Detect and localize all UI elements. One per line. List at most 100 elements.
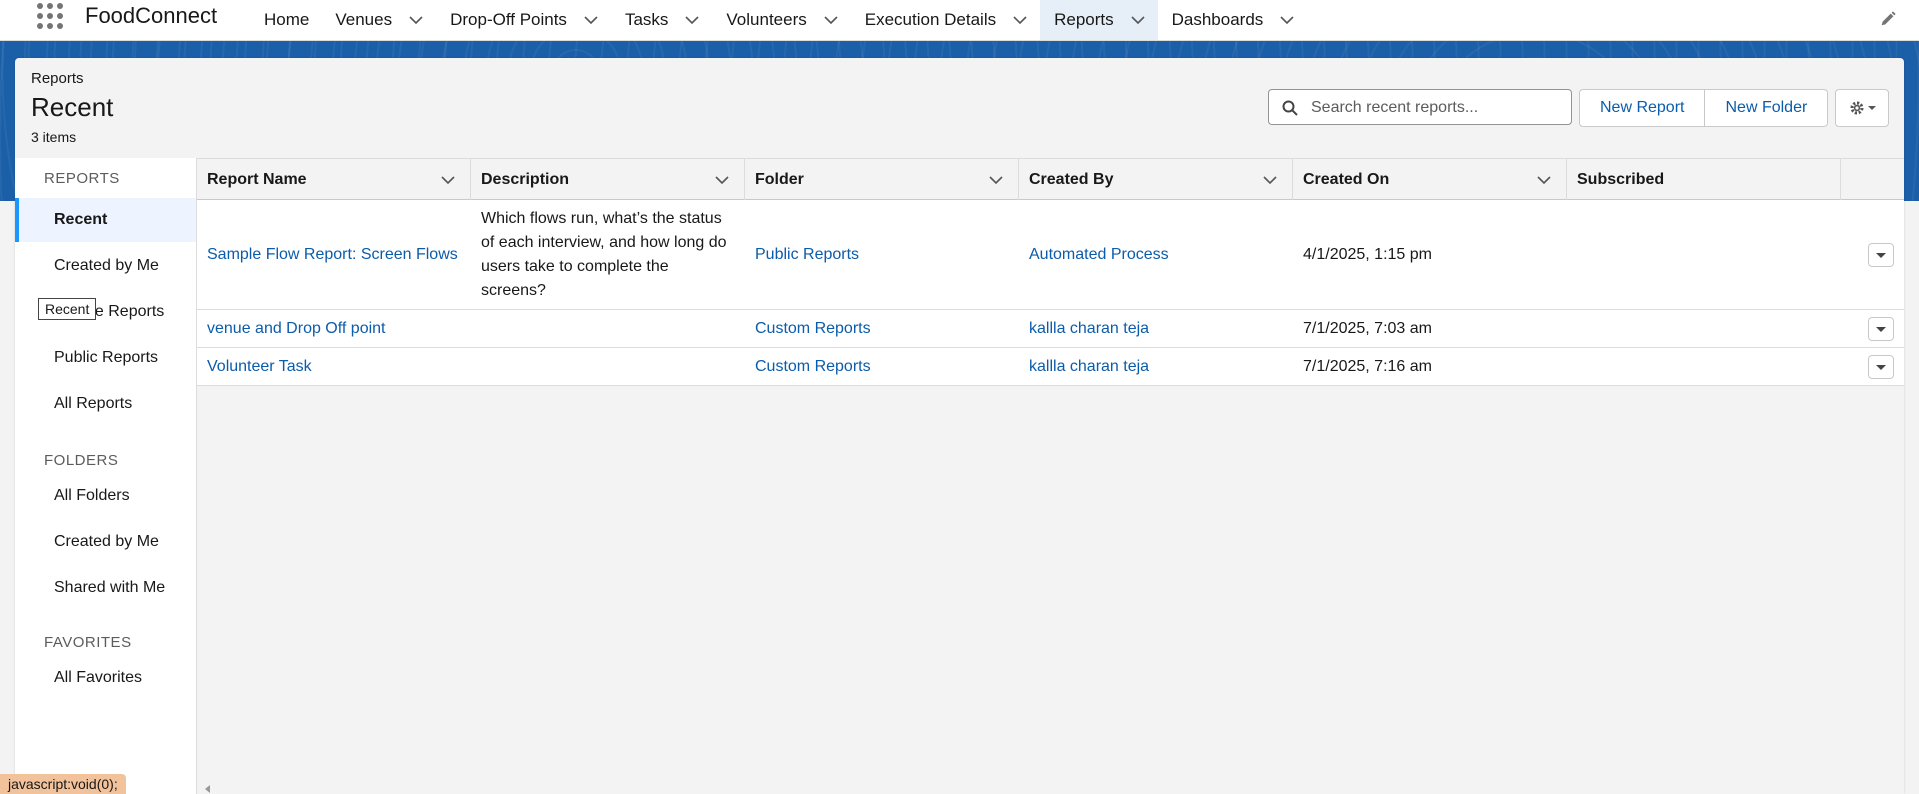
column-menu-chevron-icon[interactable] — [1536, 172, 1552, 188]
nav-tab-label: Tasks — [624, 10, 669, 29]
gear-icon — [1850, 101, 1863, 115]
sidebar-item-label: Created by Me — [54, 257, 159, 274]
nav-tab-venues[interactable]: Venues — [321, 0, 436, 40]
sidebar-item-label: All Favorites — [54, 669, 143, 686]
cell-folder[interactable]: Custom Reports — [745, 310, 1019, 347]
table-row: Sample Flow Report: Screen Flows Which fl… — [197, 200, 1904, 310]
cell-folder[interactable]: Public Reports — [745, 200, 1019, 309]
cell-report-name[interactable]: Volunteer Task — [197, 348, 471, 385]
sidebar-item-label: Shared with Me — [54, 579, 166, 596]
reports-table: Report Name Description Folder Created By Cr… — [197, 158, 1904, 794]
global-nav: FoodConnect Home Venues Drop-Off Points Tas… — [0, 0, 1919, 41]
cell-subscribed — [1567, 348, 1841, 385]
chevron-down-icon[interactable] — [823, 12, 839, 28]
nav-tab-label: Dashboards — [1171, 10, 1264, 29]
search-icon — [1282, 100, 1298, 116]
sidebar-item-all-reports[interactable]: All Reports — [15, 382, 196, 426]
nav-tab-reports[interactable]: Reports — [1040, 0, 1158, 40]
cell-description — [471, 348, 745, 385]
column-header-report-name[interactable]: Report Name — [197, 159, 471, 200]
caret-down-icon — [1876, 252, 1886, 258]
nav-tabs: Home Venues Drop-Off Points Tasks Volunteers… — [250, 0, 1307, 40]
item-count: 3 items — [31, 129, 77, 145]
sidebar-item-label: All Reports — [54, 395, 133, 412]
row-actions-button[interactable] — [1868, 317, 1894, 341]
nav-tab-home[interactable]: Home — [250, 0, 321, 40]
new-report-button[interactable]: New Report — [1579, 89, 1706, 127]
nav-tab-tasks[interactable]: Tasks — [611, 0, 712, 40]
cell-subscribed — [1567, 200, 1841, 309]
table-row: venue and Drop Off point Custom Reports ka… — [197, 310, 1904, 348]
status-bar-url: javascript:void(0); — [0, 774, 126, 794]
nav-tab-volunteers[interactable]: Volunteers — [712, 0, 850, 40]
chevron-down-icon[interactable] — [1130, 12, 1146, 28]
sidebar-section-heading: REPORTS — [44, 170, 120, 187]
column-menu-chevron-icon[interactable] — [440, 172, 456, 188]
column-header-folder[interactable]: Folder — [745, 159, 1019, 200]
chevron-down-icon[interactable] — [1279, 12, 1295, 28]
chevron-down-icon[interactable] — [583, 12, 599, 28]
nav-tab-dashboards[interactable]: Dashboards — [1158, 0, 1308, 40]
cell-description: Which flows run, what’s the status of ea… — [481, 209, 727, 299]
scroll-left-arrow[interactable] — [205, 785, 210, 793]
nav-tab-label: Drop-Off Points — [450, 10, 567, 29]
nav-tab-label: Reports — [1054, 10, 1114, 29]
cell-created-on: 7/1/2025, 7:03 am — [1303, 319, 1432, 337]
column-menu-chevron-icon[interactable] — [714, 172, 730, 188]
cell-created-by[interactable]: Automated Process — [1019, 200, 1293, 309]
reports-sidebar: REPORTS Recent Created by Me Private Report… — [15, 158, 197, 794]
new-folder-button[interactable]: New Folder — [1705, 89, 1829, 127]
sidebar-item-created-by-me[interactable]: Created by Me — [15, 520, 196, 564]
action-button-group: New Report New Folder — [1579, 89, 1829, 127]
chevron-down-icon[interactable] — [408, 12, 424, 28]
sidebar-item-label: Recent — [54, 211, 108, 228]
table-header: Report Name Description Folder Created By Cr… — [197, 158, 1904, 200]
sidebar-item-all-folders[interactable]: All Folders — [15, 474, 196, 518]
row-actions-button[interactable] — [1868, 355, 1894, 379]
column-header-label: Folder — [755, 170, 804, 188]
sidebar-item-all-favorites[interactable]: All Favorites — [15, 656, 196, 700]
cell-subscribed — [1567, 310, 1841, 347]
sidebar-item-created-by-me[interactable]: Created by Me — [15, 244, 196, 288]
row-actions-button[interactable] — [1868, 243, 1894, 267]
caret-down-icon — [1867, 106, 1876, 110]
chevron-down-icon[interactable] — [1012, 12, 1028, 28]
column-menu-chevron-icon[interactable] — [988, 172, 1004, 188]
sidebar-item-shared-with-me[interactable]: Shared with Me — [15, 566, 196, 610]
page-title: Recent — [31, 92, 114, 122]
pencil-edit-icon[interactable] — [1879, 10, 1897, 28]
column-menu-chevron-icon[interactable] — [1262, 172, 1278, 188]
column-header-description[interactable]: Description — [471, 159, 745, 200]
settings-menu-button[interactable] — [1835, 89, 1889, 127]
column-header-label: Description — [481, 170, 570, 188]
nav-tab-drop-off-points[interactable]: Drop-Off Points — [436, 0, 611, 40]
nav-tab-label: Venues — [335, 10, 393, 29]
app-launcher-icon[interactable] — [36, 0, 64, 32]
cell-folder[interactable]: Custom Reports — [745, 348, 1019, 385]
nav-tab-label: Volunteers — [726, 10, 807, 29]
cell-report-name[interactable]: venue and Drop Off point — [197, 310, 471, 347]
sidebar-item-label: Created by Me — [54, 533, 159, 550]
tooltip: Recent — [38, 298, 97, 320]
chevron-down-icon[interactable] — [684, 12, 700, 28]
search-input[interactable] — [1309, 90, 1568, 126]
sidebar-item-label: All Folders — [54, 487, 130, 504]
search-box — [1268, 89, 1572, 126]
cell-created-on: 7/1/2025, 7:16 am — [1303, 357, 1432, 375]
sidebar-item-public-reports[interactable]: Public Reports — [15, 336, 196, 380]
cell-report-name[interactable]: Sample Flow Report: Screen Flows — [197, 200, 471, 309]
sidebar-item-label: Public Reports — [54, 349, 159, 366]
sidebar-item-recent[interactable]: Recent — [15, 198, 196, 242]
cell-created-on: 4/1/2025, 1:15 pm — [1303, 245, 1432, 263]
cell-created-by[interactable]: kallla charan teja — [1019, 310, 1293, 347]
nav-tab-execution-details[interactable]: Execution Details — [851, 0, 1040, 40]
cell-description — [471, 310, 745, 347]
column-header-created-on[interactable]: Created On — [1293, 159, 1567, 200]
cell-created-by[interactable]: kallla charan teja — [1019, 348, 1293, 385]
column-header-subscribed[interactable]: Subscribed — [1567, 159, 1841, 200]
column-header-created-by[interactable]: Created By — [1019, 159, 1293, 200]
caret-down-icon — [1876, 364, 1886, 370]
breadcrumb[interactable]: Reports — [31, 70, 84, 87]
column-header-actions — [1841, 159, 1904, 200]
nav-tab-label: Home — [264, 10, 310, 29]
